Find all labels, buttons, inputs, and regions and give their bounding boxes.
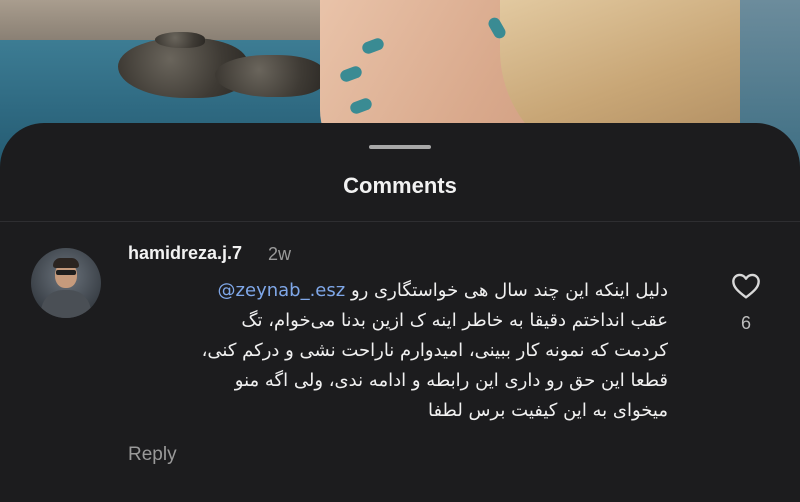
heart-icon[interactable] [729, 270, 763, 302]
like-count: 6 [740, 313, 751, 333]
avatar[interactable] [31, 248, 101, 318]
avatar-body [41, 290, 91, 318]
comment-time: 2w [268, 244, 292, 264]
comments-sheet: Comments hamidreza.j.7 2w دلیل اینکه این… [0, 123, 800, 502]
comment-line: دلیل اینکه این چند سال هی خواستگاری رو @… [128, 276, 668, 306]
comment-line: کردمت که نمونه کار ببینی، امیدوارم ناراح… [201, 340, 668, 361]
avatar-hair [53, 258, 79, 268]
mention-link[interactable]: @zeynab_.esz [218, 280, 346, 301]
comment-line-text: دلیل اینکه این چند سال هی خواستگاری رو [350, 280, 668, 301]
reply-button[interactable]: Reply [128, 444, 177, 466]
drag-handle[interactable] [369, 145, 431, 149]
rock [155, 32, 205, 48]
comment-line: قطعا این حق رو داری این رابطه و ادامه ند… [234, 370, 668, 391]
rock [215, 55, 325, 97]
comment-line: میخوای به این کیفیت برس لطفا [427, 400, 668, 421]
comment-username[interactable]: hamidreza.j.7 [128, 243, 242, 264]
header-divider [0, 221, 800, 222]
comment-body: دلیل اینکه این چند سال هی خواستگاری رو @… [128, 276, 668, 426]
avatar-glasses [56, 270, 76, 275]
comment-line: عقب انداختم دقیقا به خاطر اینه ک ازین بد… [241, 310, 668, 331]
sheet-title: Comments [343, 173, 457, 198]
